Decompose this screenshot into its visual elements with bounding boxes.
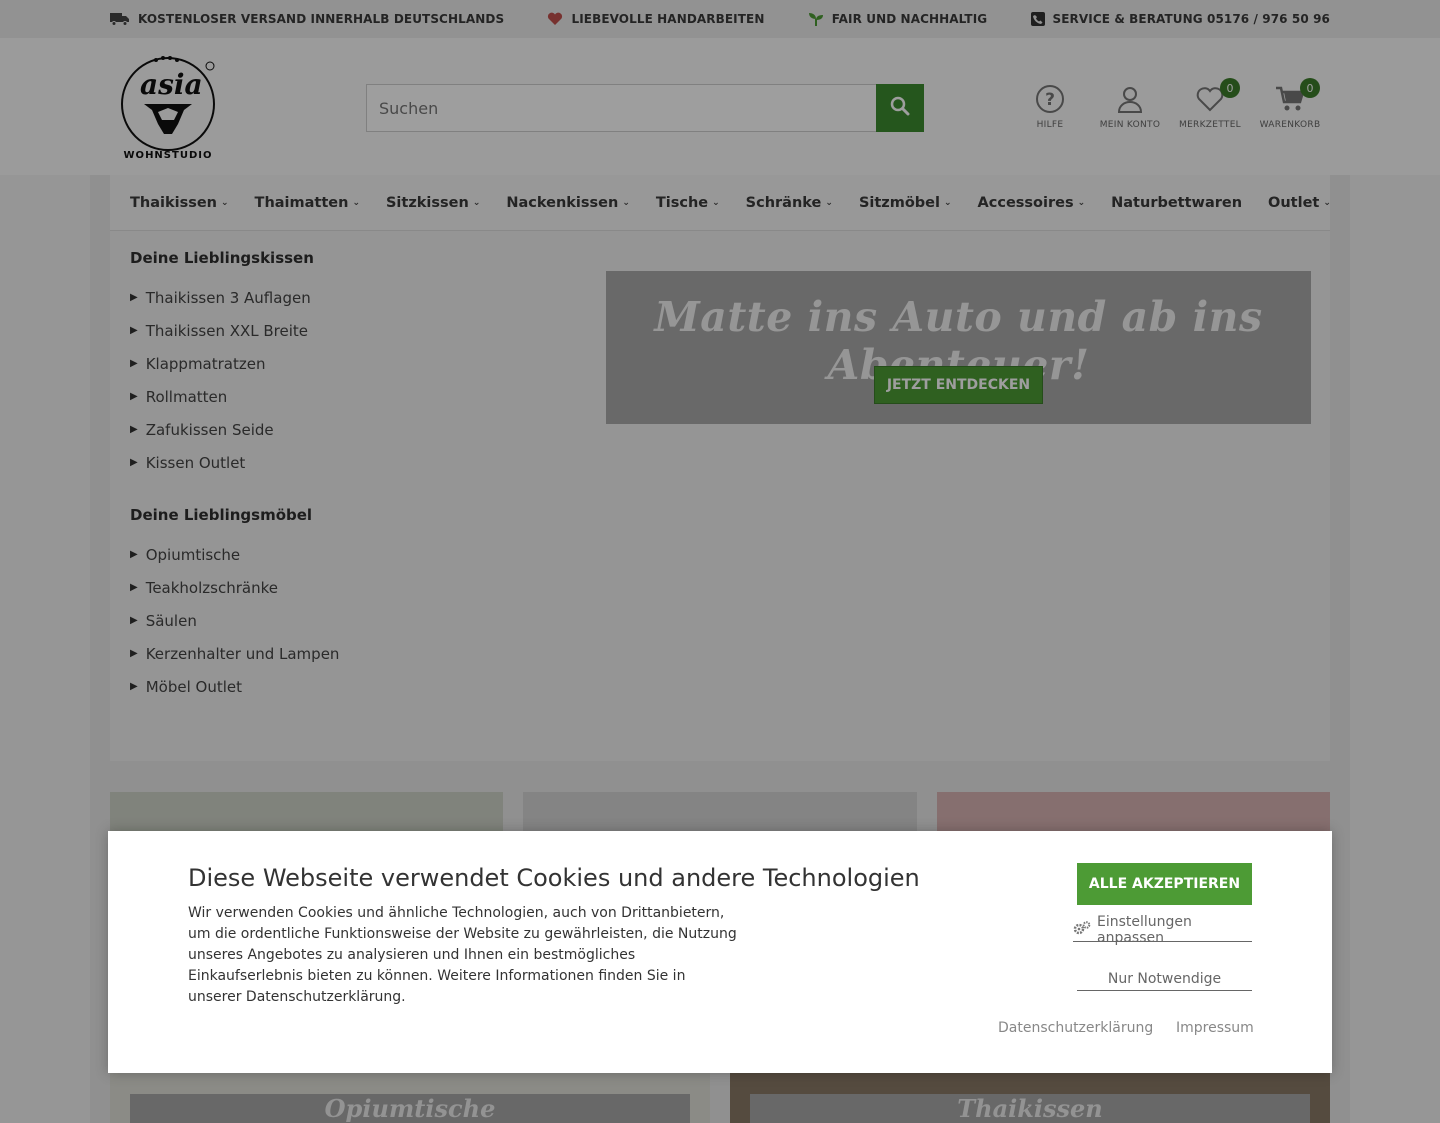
imprint-link[interactable]: Impressum (1176, 1020, 1254, 1036)
necessary-only-button[interactable]: Nur Notwendige (1077, 968, 1252, 991)
cookie-consent-dialog: Diese Webseite verwendet Cookies und and… (108, 831, 1332, 1073)
customize-settings-button[interactable]: Einstellungen anpassen (1073, 914, 1252, 946)
gears-icon (1073, 921, 1091, 939)
customize-settings-label: Einstellungen anpassen (1097, 914, 1192, 946)
accept-all-button[interactable]: ALLE AKZEPTIEREN (1077, 863, 1252, 905)
cookie-description: Wir verwenden Cookies und ähnliche Techn… (188, 905, 737, 1005)
cookie-title: Diese Webseite verwendet Cookies und and… (188, 864, 920, 892)
privacy-policy-link[interactable]: Datenschutzerklärung (998, 1020, 1153, 1036)
